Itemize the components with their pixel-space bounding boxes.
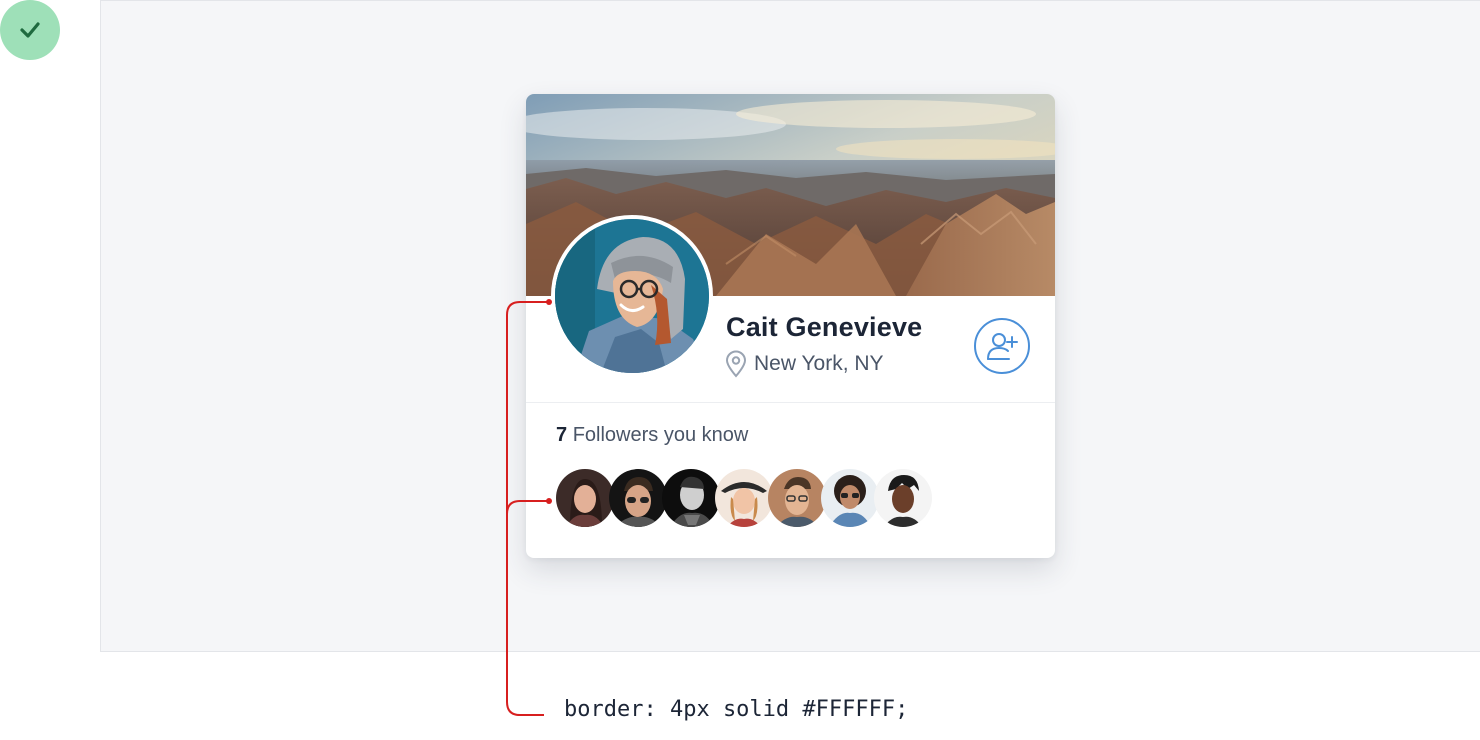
annotation-connector [506,299,552,716]
